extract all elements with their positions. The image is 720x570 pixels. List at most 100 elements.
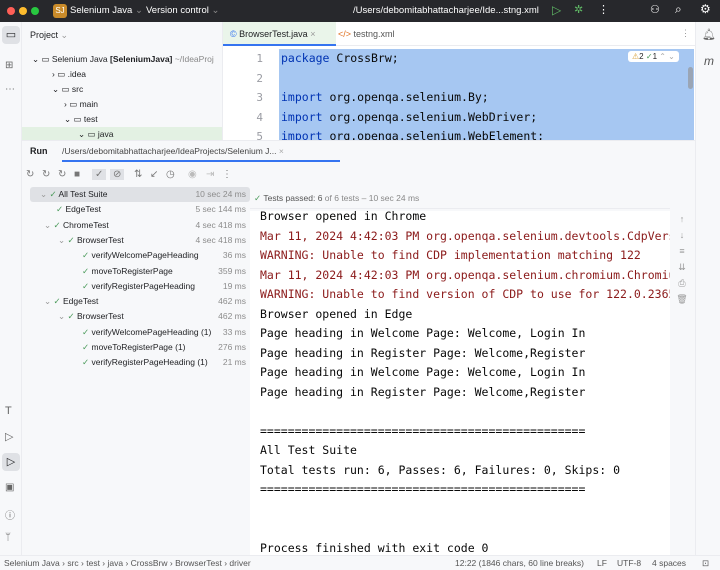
folder-main[interactable]: › ▭ main bbox=[64, 97, 98, 112]
breadcrumb-item[interactable]: BrowserTest bbox=[175, 558, 222, 568]
test-tree-row[interactable]: ✓ verifyRegisterPageHeading 19 ms bbox=[22, 279, 250, 294]
tab-testng[interactable]: </> testng.xml bbox=[338, 29, 395, 39]
add-user-icon[interactable]: ⚇ bbox=[650, 3, 660, 16]
editor-scrollbar[interactable] bbox=[688, 67, 693, 89]
stop-icon[interactable]: ■ bbox=[74, 169, 80, 180]
breadcrumb-item[interactable]: java bbox=[108, 558, 124, 568]
test-tree-row[interactable]: ⌄ ✓ BrowserTest 4 sec 418 ms bbox=[22, 233, 250, 248]
folder-src[interactable]: ⌄ ▭ src bbox=[52, 82, 83, 97]
chevron-down-icon: ⌄ bbox=[211, 5, 220, 16]
test-tree-row[interactable]: ✓ verifyWelcomePageHeading 36 ms bbox=[22, 248, 250, 263]
soft-wrap-icon[interactable]: ≡ bbox=[674, 243, 690, 259]
close-tab-icon[interactable]: × bbox=[310, 29, 315, 39]
test-tree-row[interactable]: ✓ verifyRegisterPageHeading (1) 21 ms bbox=[22, 355, 250, 370]
minimize-window-button[interactable] bbox=[19, 7, 27, 15]
services-icon[interactable]: ▷ bbox=[5, 430, 13, 443]
tab-browsertest[interactable]: © BrowserTest.java × bbox=[223, 22, 336, 46]
code-line bbox=[279, 68, 694, 88]
editor: © BrowserTest.java × </> testng.xml ⋮ 1 … bbox=[222, 22, 696, 140]
sort-icon[interactable]: ⇅ bbox=[134, 169, 142, 180]
code-text: org.openqa.selenium.By; bbox=[322, 90, 489, 104]
search-icon[interactable]: ⌕ bbox=[675, 2, 682, 17]
more-icon[interactable]: ⋮ bbox=[598, 3, 609, 16]
rerun-icon[interactable]: ↻ bbox=[26, 169, 34, 180]
project-selector[interactable]: Selenium Java ⌄ bbox=[70, 5, 143, 16]
breadcrumb-item[interactable]: test bbox=[86, 558, 100, 568]
print-icon[interactable]: ⎙ bbox=[674, 275, 690, 291]
test-tree-row[interactable]: ⌄ ✓ All Test Suite 10 sec 24 ms bbox=[30, 187, 250, 202]
import-icon[interactable]: ⇥ bbox=[206, 169, 214, 180]
file-encoding[interactable]: UTF-8 bbox=[617, 556, 641, 570]
folder-idea[interactable]: › ▭ .idea bbox=[52, 67, 86, 82]
project-panel-title[interactable]: Project ⌄ bbox=[30, 30, 68, 41]
lock-icon[interactable]: ⊡ bbox=[702, 556, 709, 570]
history-icon[interactable]: ◷ bbox=[166, 169, 175, 180]
right-tool-strip: 🔔︎ m bbox=[695, 22, 720, 555]
line-separator[interactable]: LF bbox=[597, 556, 607, 570]
xml-icon: </> bbox=[338, 29, 352, 39]
breadcrumb-item[interactable]: Selenium Java bbox=[4, 558, 60, 568]
show-ignored-icon[interactable]: ⊘ bbox=[110, 169, 125, 180]
folder-test[interactable]: ⌄ ▭ test bbox=[64, 112, 98, 127]
scroll-down-icon[interactable]: ↓ bbox=[674, 227, 690, 243]
zoom-window-button[interactable] bbox=[31, 7, 39, 15]
breadcrumb-item[interactable]: CrossBrw bbox=[131, 558, 168, 568]
test-tree-row[interactable]: ⌄ ✓ EdgeTest 462 ms bbox=[22, 294, 250, 309]
check-icon: ✓ bbox=[53, 219, 63, 230]
check-icon: ✓ bbox=[645, 52, 653, 61]
left-tool-strip: ▭ ⊞ ⋯ T ▷ ▷ ▣ ⓘ ᛘ bbox=[0, 22, 22, 555]
breadcrumb-item[interactable]: driver bbox=[229, 558, 250, 568]
debug-icon[interactable]: ✲ bbox=[574, 3, 583, 16]
console-line: Page heading in Welcome Page: Welcome, L… bbox=[260, 365, 586, 379]
show-passed-icon[interactable]: ✓ bbox=[92, 169, 107, 180]
collapse-icon[interactable]: ↙ bbox=[150, 169, 158, 180]
rerun-failed-icon[interactable]: ↻ bbox=[42, 169, 50, 180]
status-suffix: of 6 tests – 10 sec 24 ms bbox=[322, 193, 420, 203]
notifications-icon[interactable]: 🔔︎ bbox=[702, 28, 716, 41]
tabs-more-icon[interactable]: ⋮ bbox=[681, 28, 690, 39]
more-icon[interactable]: ⋮ bbox=[222, 169, 232, 180]
code-area[interactable]: 1 2 3 4 5 package CrossBrw; import org.o… bbox=[223, 47, 696, 140]
console-line: Total tests run: 6, Passes: 6, Failures:… bbox=[260, 462, 621, 477]
inspection-widget[interactable]: ⚠2 ✓1 ⌃ ⌄ bbox=[628, 51, 679, 62]
run-icon[interactable]: ▷ bbox=[552, 3, 561, 17]
line-number: 4 bbox=[256, 110, 263, 124]
run-tab[interactable]: /Users/debomitabhattacharjee/IdeaProject… bbox=[62, 141, 340, 162]
trash-icon[interactable]: 🗑︎ bbox=[674, 291, 690, 307]
breadcrumb: Selenium Java › src › test › java › Cros… bbox=[4, 556, 251, 570]
test-status: ✓ Tests passed: 6 of 6 tests – 10 sec 24… bbox=[250, 187, 670, 209]
gear-icon[interactable]: ⚙ bbox=[700, 2, 711, 16]
camera-icon[interactable]: ◉ bbox=[188, 169, 197, 180]
console-output[interactable]: Browser opened in Chrome Mar 11, 2024 4:4… bbox=[250, 211, 670, 556]
test-tree-row[interactable]: ✓ moveToRegisterPage (1) 276 ms bbox=[22, 340, 250, 355]
test-tree-row[interactable]: ✓ moveToRegisterPage 359 ms bbox=[22, 264, 250, 279]
maven-icon[interactable]: m bbox=[704, 54, 714, 68]
structure-icon[interactable]: ⊞ bbox=[5, 60, 13, 71]
folder-icon[interactable]: ▭ bbox=[2, 26, 20, 44]
test-tree-row[interactable]: ✓ verifyWelcomePageHeading (1) 33 ms bbox=[22, 325, 250, 340]
run-tab-label: /Users/debomitabhattacharjee/IdeaProject… bbox=[62, 146, 277, 156]
project-panel: Project ⌄ ⌄ ▭ Selenium Java [SeleniumJav… bbox=[22, 22, 222, 142]
scroll-up-icon[interactable]: ↑ bbox=[674, 211, 690, 227]
console-line: Mar 11, 2024 4:42:03 PM org.openqa.selen… bbox=[260, 228, 670, 243]
problems-icon[interactable]: ⓘ bbox=[5, 507, 15, 522]
vcs-selector[interactable]: Version control ⌄ bbox=[146, 5, 219, 16]
run-tool-icon[interactable]: ▷ bbox=[2, 453, 20, 471]
close-window-button[interactable] bbox=[7, 7, 15, 15]
run-config-selector[interactable]: /Users/debomitabhattacharjee/Ide...stng.… bbox=[353, 5, 539, 16]
terminal-icon[interactable]: ▣ bbox=[5, 482, 14, 493]
git-icon[interactable]: ᛘ bbox=[5, 532, 11, 543]
test-tree-row[interactable]: ✓ EdgeTest 5 sec 144 ms bbox=[22, 202, 250, 217]
console-side-toolbar: ↑ ↓ ≡ ⇊ ⎙ 🗑︎ bbox=[674, 211, 690, 307]
test-tree-row[interactable]: ⌄ ✓ ChromeTest 4 sec 418 ms bbox=[22, 218, 250, 233]
caret-position[interactable]: 12:22 (1846 chars, 60 line breaks) bbox=[455, 556, 584, 570]
more-tools-icon[interactable]: ⋯ bbox=[5, 84, 15, 95]
keyword: import bbox=[281, 109, 323, 124]
indent-setting[interactable]: 4 spaces bbox=[652, 556, 686, 570]
toggle-autotest-icon[interactable]: ↻ bbox=[58, 169, 66, 180]
text-icon[interactable]: T bbox=[5, 405, 12, 417]
breadcrumb-item[interactable]: src bbox=[67, 558, 78, 568]
project-root[interactable]: ⌄ ▭ Selenium Java [SeleniumJava] ~/IdeaP… bbox=[32, 52, 214, 67]
scroll-to-end-icon[interactable]: ⇊ bbox=[674, 259, 690, 275]
test-tree-row[interactable]: ⌄ ✓ BrowserTest 462 ms bbox=[22, 309, 250, 324]
